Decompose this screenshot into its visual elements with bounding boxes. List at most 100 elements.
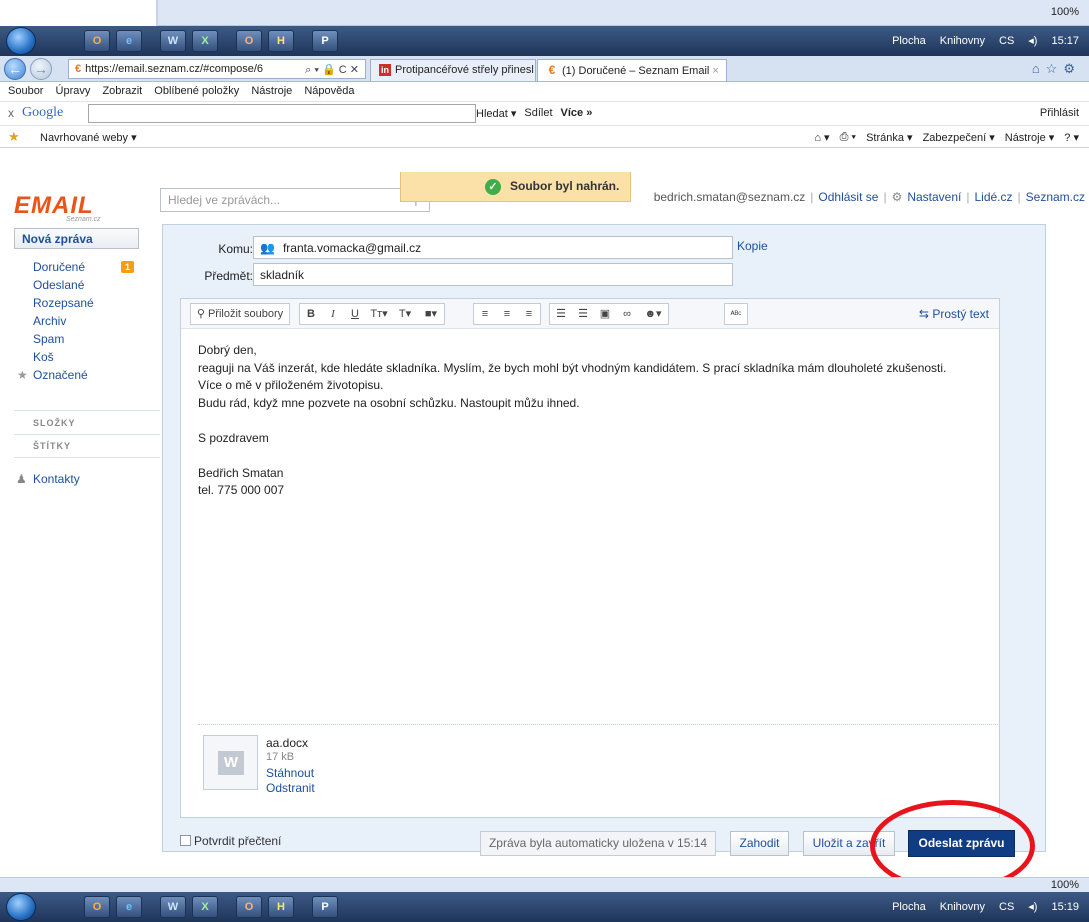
taskbar-clock[interactable]: 15:19 [1051, 901, 1079, 913]
taskbar-libraries[interactable]: Knihovny [940, 35, 985, 47]
font-size-button[interactable]: Tт▾ [366, 304, 392, 324]
cc-link[interactable]: Kopie [737, 239, 768, 253]
google-more-button[interactable]: Více » [561, 107, 593, 120]
menu-zobrazit[interactable]: Zobrazit [102, 85, 142, 97]
taskbar-desktop[interactable]: Plocha [892, 901, 926, 913]
taskbar-clock[interactable]: 15:17 [1051, 35, 1079, 47]
lide-link[interactable]: Lidé.cz [974, 190, 1012, 204]
volume-icon[interactable]: ◂) [1028, 34, 1037, 47]
taskbar-app-outlook[interactable]: O [84, 30, 110, 52]
volume-icon[interactable]: ◂) [1028, 900, 1037, 913]
new-message-button[interactable]: Nová zpráva [14, 228, 139, 249]
align-left-icon[interactable]: ≡ [474, 304, 496, 324]
status-zoom[interactable]: 100% [1051, 879, 1079, 891]
close-toolbar-icon[interactable]: x [8, 106, 14, 120]
home-icon[interactable]: ⌂ ▾ [814, 131, 829, 144]
tab-protipancerove[interactable]: in Protipancéřové střely přinesl n... [370, 59, 536, 81]
align-center-icon[interactable]: ≡ [496, 304, 518, 324]
taskbar-app-excel[interactable]: X [192, 896, 218, 918]
help-icon[interactable]: ? ▾ [1064, 131, 1079, 144]
taskbar-app-ie[interactable]: e [116, 896, 142, 918]
mail-search-input[interactable]: Hledej ve zprávách... ⚲ [160, 188, 430, 212]
sidebar-item-spam[interactable]: Spam [0, 330, 160, 348]
google-share-button[interactable]: Sdílet [524, 107, 552, 120]
logout-link[interactable]: Odhlásit se [818, 190, 878, 204]
read-receipt-label[interactable]: Potvrdit přečtení [194, 834, 281, 848]
message-body[interactable]: Dobrý den, reaguji na Váš inzerát, kde h… [198, 342, 998, 500]
labels-heading[interactable]: ŠTÍTKY [33, 441, 71, 451]
taskbar-language[interactable]: CS [999, 901, 1014, 913]
taskbar-app-excel[interactable]: X [192, 30, 218, 52]
taskbar-libraries[interactable]: Knihovny [940, 901, 985, 913]
attachment-download-link[interactable]: Stáhnout [266, 766, 314, 780]
to-field[interactable]: 👥 franta.vomacka@gmail.cz [253, 236, 733, 259]
sidebar-item-starred[interactable]: ★ Označené [0, 366, 160, 384]
google-signin-link[interactable]: Přihlásit [1040, 107, 1079, 119]
menu-oblibene[interactable]: Oblíbené položky [154, 85, 239, 97]
menu-upravy[interactable]: Úpravy [56, 85, 91, 97]
bullet-list-icon[interactable]: ☰ [572, 304, 594, 324]
discard-button[interactable]: Zahodit [730, 831, 789, 856]
google-search-input[interactable] [88, 104, 476, 123]
sidebar-item-trash[interactable]: Koš [0, 348, 160, 366]
cmd-page[interactable]: Stránka ▾ [866, 131, 913, 144]
spellcheck-icon[interactable]: ᴬᴮᶜ [724, 303, 748, 325]
font-button[interactable]: T▾ [392, 304, 418, 324]
contacts-picker-icon[interactable]: 👥 [260, 241, 275, 255]
taskbar-language[interactable]: CS [999, 35, 1014, 47]
cmd-tools[interactable]: Nástroje ▾ [1005, 131, 1055, 144]
attachment-remove-link[interactable]: Odstranit [266, 781, 315, 795]
google-search-button[interactable]: Hledat ▾ [476, 107, 516, 120]
plain-text-toggle[interactable]: ⇆ Prostý text [919, 307, 989, 321]
close-tab-icon[interactable]: × [712, 65, 718, 77]
attach-files-button[interactable]: ⚲ Přiložit soubory [190, 303, 290, 325]
home-star-gear-icons[interactable]: ⌂☆⚙ [1032, 61, 1081, 77]
favorites-star-icon[interactable]: ★ [8, 129, 20, 145]
taskbar-app-paint[interactable]: P [312, 30, 338, 52]
address-bar[interactable]: € https://email.seznam.cz/#compose/6 ⌕ ▾ … [68, 59, 366, 79]
italic-button[interactable]: I [322, 304, 344, 324]
sidebar-item-drafts[interactable]: Rozepsané [0, 294, 160, 312]
menu-nastroje[interactable]: Nástroje [251, 85, 292, 97]
cmd-security[interactable]: Zabezpečení ▾ [923, 131, 995, 144]
address-tools[interactable]: ⌕ ▾ 🔒 C ✕ [305, 63, 359, 77]
print-icon[interactable]: ⎙ ▾ [840, 131, 856, 144]
taskbar-app-word[interactable]: W [160, 30, 186, 52]
start-button[interactable] [6, 27, 36, 55]
emoji-icon[interactable]: ☻▾ [638, 304, 668, 324]
tab-seznam-email[interactable]: € (1) Doručené – Seznam Email × [537, 59, 727, 81]
taskbar-app-paint[interactable]: P [312, 896, 338, 918]
taskbar-app-ie[interactable]: e [116, 30, 142, 52]
message-editor[interactable]: ⚲ Přiložit soubory B I U Tт▾ T▾ ■▾ ≡ ≡ ≡… [180, 298, 1000, 818]
taskbar-app-powerpoint[interactable]: O [236, 30, 262, 52]
taskbar-app-powerpoint[interactable]: O [236, 896, 262, 918]
underline-button[interactable]: U [344, 304, 366, 324]
align-right-icon[interactable]: ≡ [518, 304, 540, 324]
taskbar-app-outlook[interactable]: O [84, 896, 110, 918]
menu-napoveda[interactable]: Nápověda [304, 85, 354, 97]
taskbar-desktop[interactable]: Plocha [892, 35, 926, 47]
read-receipt-checkbox[interactable] [180, 835, 191, 846]
seznam-link[interactable]: Seznam.cz [1026, 190, 1085, 204]
subject-field[interactable]: skladník [253, 263, 733, 286]
numbered-list-icon[interactable]: ☰ [550, 304, 572, 324]
forward-button[interactable]: → [30, 58, 52, 80]
image-icon[interactable]: ▣ [594, 304, 616, 324]
folders-heading[interactable]: SLOŽKY [33, 418, 76, 428]
back-button[interactable]: ← [4, 58, 26, 80]
suggested-sites[interactable]: Navrhované weby ▾ [40, 131, 137, 144]
email-logo[interactable]: EMAIL Seznam.cz [14, 192, 144, 232]
zoom-level[interactable]: 100% [1051, 6, 1079, 18]
sidebar-item-contacts[interactable]: ♟ Kontakty [16, 472, 80, 486]
sidebar-item-sent[interactable]: Odeslané [0, 276, 160, 294]
settings-link[interactable]: Nastavení [907, 190, 961, 204]
taskbar-app-explorer[interactable]: H [268, 30, 294, 52]
color-button[interactable]: ■▾ [418, 304, 444, 324]
start-button[interactable] [6, 893, 36, 921]
menu-soubor[interactable]: Soubor [8, 85, 43, 97]
bold-button[interactable]: B [300, 304, 322, 324]
sidebar-item-inbox[interactable]: Doručené 1 [0, 258, 160, 276]
taskbar-app-word[interactable]: W [160, 896, 186, 918]
taskbar-app-explorer[interactable]: H [268, 896, 294, 918]
sidebar-item-archive[interactable]: Archiv [0, 312, 160, 330]
